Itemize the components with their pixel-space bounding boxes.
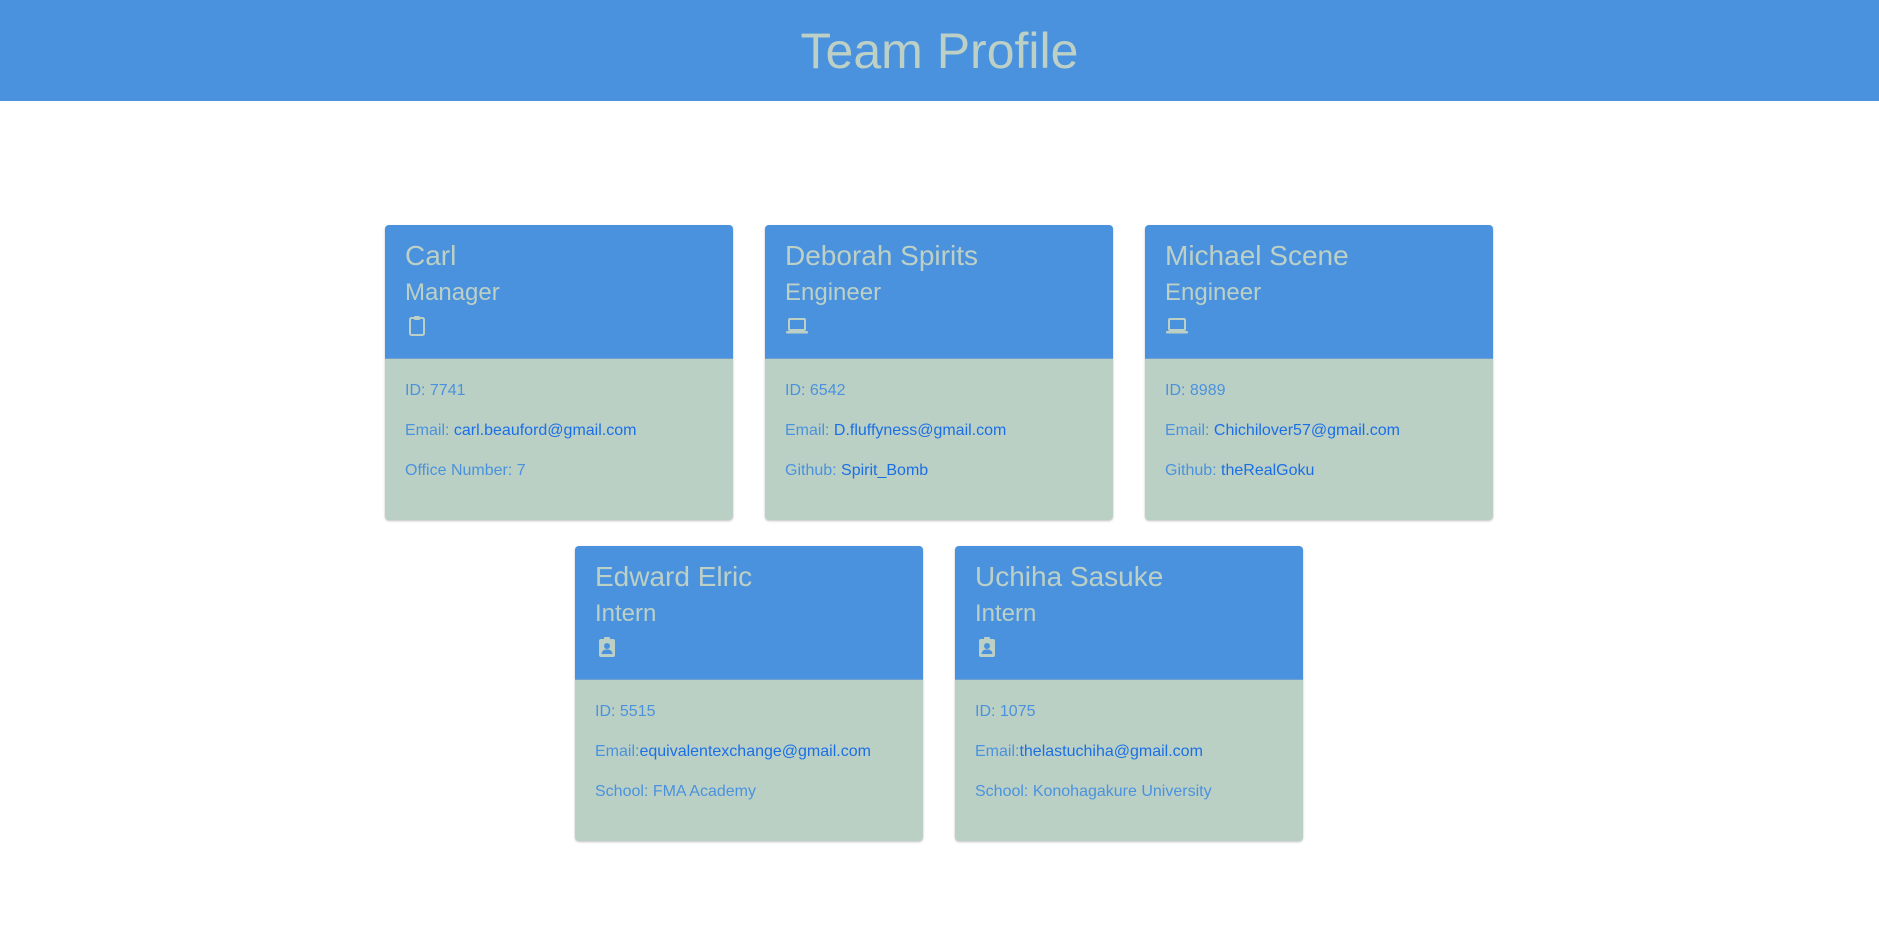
badge-icon: [979, 637, 995, 657]
employee-name: Uchiha Sasuke: [975, 561, 1164, 592]
employee-role: Engineer: [785, 279, 882, 306]
email-link[interactable]: Chichilover57@gmail.com: [1214, 422, 1400, 439]
github-line: Github: theRealGoku: [1165, 461, 1473, 481]
employee-name: Deborah Spirits: [785, 240, 978, 271]
email-link[interactable]: equivalentexchange@gmail.com: [639, 743, 870, 760]
email-label: Email:: [975, 743, 1020, 760]
employee-role: Manager: [405, 279, 500, 306]
page-title: Team Profile: [800, 22, 1079, 79]
employee-card: Carl Manager ID: 7741 Email: carl.beaufo…: [385, 225, 733, 520]
card-header: Edward Elric Intern: [575, 546, 923, 680]
laptop-icon: [786, 318, 808, 334]
employee-email-line: Email: carl.beauford@gmail.com: [405, 421, 713, 441]
card-header: Carl Manager: [385, 225, 733, 359]
employee-card: Uchiha Sasuke Intern ID: 1075 Email:thel…: [955, 546, 1303, 841]
school-line: School: FMA Academy: [595, 783, 756, 800]
github-link[interactable]: theRealGoku: [1221, 462, 1314, 479]
email-link[interactable]: D.fluffyness@gmail.com: [834, 422, 1006, 439]
laptop-icon: [1166, 318, 1188, 334]
card-header: Michael Scene Engineer: [1145, 225, 1493, 359]
office-number: Office Number: 7: [405, 462, 526, 479]
school-line: School: Konohagakure University: [975, 783, 1212, 800]
employee-id: ID: 8989: [1165, 382, 1226, 399]
github-label: Github:: [785, 462, 842, 479]
card-body: ID: 6542 Email: D.fluffyness@gmail.com G…: [765, 359, 1113, 481]
email-label: Email:: [405, 422, 454, 439]
employee-id: ID: 5515: [595, 703, 656, 720]
employee-name: Michael Scene: [1165, 240, 1349, 271]
employee-role: Engineer: [1165, 279, 1262, 306]
employee-email-line: Email: Chichilover57@gmail.com: [1165, 421, 1473, 441]
clipboard-icon: [409, 316, 425, 336]
employee-card: Deborah Spirits Engineer ID: 6542 Email:…: [765, 225, 1113, 520]
github-line: Github: Spirit_Bomb: [785, 461, 1093, 481]
employee-email-line: Email:thelastuchiha@gmail.com: [975, 742, 1283, 762]
team-grid: Carl Manager ID: 7741 Email: carl.beaufo…: [0, 101, 1879, 949]
employee-card: Edward Elric Intern ID: 5515 Email:equiv…: [575, 546, 923, 841]
card-body: ID: 8989 Email: Chichilover57@gmail.com …: [1145, 359, 1493, 481]
employee-email-line: Email:equivalentexchange@gmail.com: [595, 742, 903, 762]
employee-role: Intern: [975, 600, 1037, 627]
badge-icon: [599, 637, 615, 657]
employee-id: ID: 6542: [785, 382, 846, 399]
email-link[interactable]: thelastuchiha@gmail.com: [1019, 743, 1202, 760]
email-link[interactable]: carl.beauford@gmail.com: [454, 422, 637, 439]
employee-card: Michael Scene Engineer ID: 8989 Email: C…: [1145, 225, 1493, 520]
card-body: ID: 1075 Email:thelastuchiha@gmail.com S…: [955, 680, 1303, 802]
github-label: Github:: [1165, 462, 1222, 479]
card-header: Uchiha Sasuke Intern: [955, 546, 1303, 680]
employee-name: Carl: [405, 240, 457, 271]
employee-email-line: Email: D.fluffyness@gmail.com: [785, 421, 1093, 441]
github-link[interactable]: Spirit_Bomb: [841, 462, 928, 479]
card-header: Deborah Spirits Engineer: [765, 225, 1113, 359]
employee-role: Intern: [595, 600, 657, 627]
email-label: Email:: [785, 422, 834, 439]
employee-id: ID: 7741: [405, 382, 466, 399]
email-label: Email:: [1165, 422, 1214, 439]
card-body: ID: 5515 Email:equivalentexchange@gmail.…: [575, 680, 923, 802]
email-label: Email:: [595, 743, 640, 760]
page-header: Team Profile: [0, 0, 1879, 101]
employee-name: Edward Elric: [595, 561, 753, 592]
employee-id: ID: 1075: [975, 703, 1036, 720]
card-body: ID: 7741 Email: carl.beauford@gmail.com …: [385, 359, 733, 481]
